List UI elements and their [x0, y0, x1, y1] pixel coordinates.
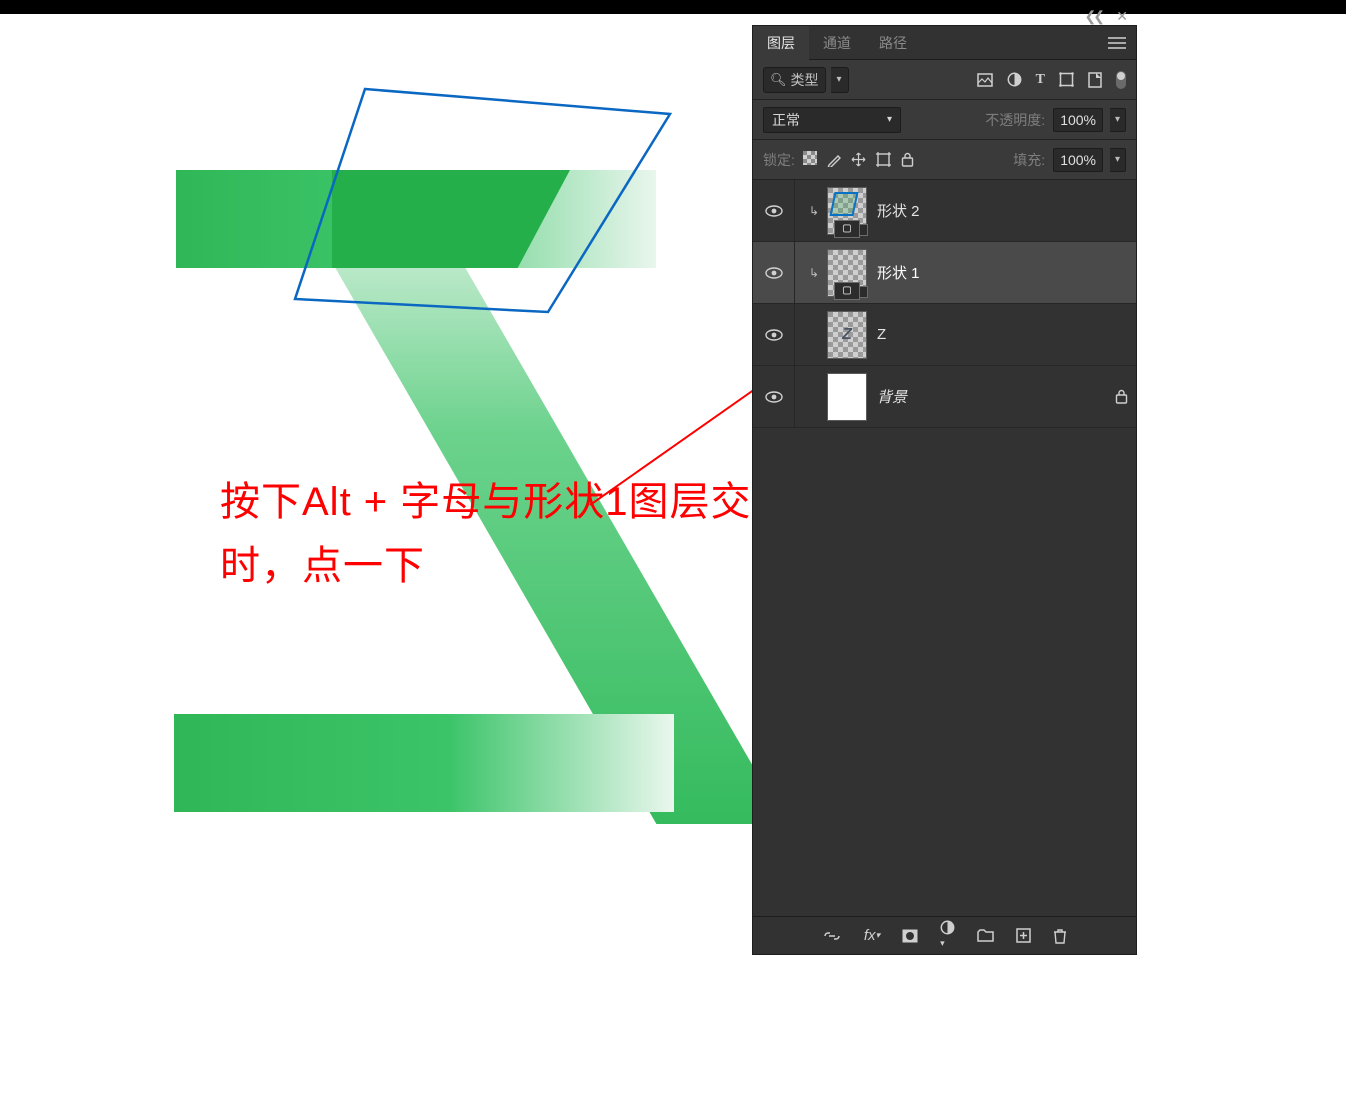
filter-pixel-icon[interactable]	[977, 73, 993, 87]
blend-mode-select[interactable]: 正常 ▾	[763, 107, 901, 133]
opacity-label: 不透明度:	[985, 110, 1045, 130]
visibility-toggle[interactable]	[753, 366, 795, 427]
vector-selection-outline[interactable]	[270, 54, 690, 354]
visibility-toggle[interactable]	[753, 242, 795, 303]
fx-icon[interactable]: fx▾	[864, 927, 880, 944]
lock-transparent-icon[interactable]	[803, 151, 817, 168]
visibility-toggle[interactable]	[753, 180, 795, 241]
layer-thumbnail[interactable]: Z	[827, 311, 867, 359]
panel-footer-buttons: fx▾ ▾	[753, 916, 1136, 954]
blend-mode-value: 正常	[772, 110, 800, 130]
panel-menu-icon[interactable]	[1098, 37, 1136, 49]
panel-collapse-icon[interactable]: ❮❮	[1085, 8, 1102, 25]
visibility-toggle[interactable]	[753, 304, 795, 365]
layer-name[interactable]: Z	[877, 326, 886, 343]
tab-channels[interactable]: 通道	[809, 26, 865, 60]
layer-row-background[interactable]: ↳ 背景	[753, 366, 1136, 428]
filter-shape-icon[interactable]	[1059, 72, 1074, 87]
clip-indicator-icon: ↳	[809, 266, 827, 280]
panel-close-icon[interactable]: ✕	[1116, 8, 1128, 25]
lock-all-icon[interactable]	[901, 152, 914, 167]
app-top-black-strip	[0, 0, 1346, 14]
layers-panel: ❮❮ ✕ 图层 通道 路径 🔍︎ 类型 ▾ T	[752, 25, 1137, 955]
opacity-value-input[interactable]: 100%	[1053, 108, 1103, 132]
mask-icon[interactable]	[902, 929, 918, 943]
opacity-caret[interactable]: ▾	[1110, 108, 1126, 132]
layer-name[interactable]: 形状 1	[877, 262, 920, 283]
lock-label: 锁定:	[763, 150, 795, 170]
z-shape-bottom-bar	[174, 714, 674, 812]
layer-row-shape-1[interactable]: ↳ ▢ 形状 1	[753, 242, 1136, 304]
filter-adjust-icon[interactable]	[1007, 72, 1022, 87]
filter-toggle-switch[interactable]	[1116, 71, 1126, 89]
new-layer-icon[interactable]	[1016, 928, 1031, 943]
lock-row: 锁定: 填充: 100% ▾	[753, 140, 1136, 180]
thumb-letter: Z	[842, 326, 852, 344]
layer-name[interactable]: 背景	[877, 386, 907, 407]
layer-thumbnail[interactable]	[827, 373, 867, 421]
layer-list: ↳ ▢ 形状 2 ↳ ▢ 形状 1 ↳	[753, 180, 1136, 916]
layer-thumbnail[interactable]: ▢	[827, 187, 867, 235]
link-layers-icon[interactable]	[822, 930, 842, 942]
blend-row: 正常 ▾ 不透明度: 100% ▾	[753, 100, 1136, 140]
filter-type-text-icon[interactable]: T	[1036, 72, 1045, 88]
adjustment-layer-icon[interactable]: ▾	[940, 920, 955, 952]
filter-kind-dropdown[interactable]: 🔍︎ 类型	[763, 67, 826, 93]
chevron-down-icon: ▾	[887, 114, 892, 125]
panel-tab-bar: 图层 通道 路径	[753, 26, 1136, 60]
layer-row-shape-2[interactable]: ↳ ▢ 形状 2	[753, 180, 1136, 242]
layer-thumbnail[interactable]: ▢	[827, 249, 867, 297]
fill-value-input[interactable]: 100%	[1053, 148, 1103, 172]
fill-label: 填充:	[1013, 150, 1045, 170]
filter-kind-caret[interactable]: ▾	[831, 67, 849, 93]
tab-layers[interactable]: 图层	[753, 26, 809, 60]
tab-paths[interactable]: 路径	[865, 26, 921, 60]
lock-artboard-icon[interactable]	[876, 152, 891, 167]
layer-filter-row: 🔍︎ 类型 ▾ T	[753, 60, 1136, 100]
clip-indicator-icon: ↳	[809, 204, 827, 218]
fill-caret[interactable]: ▾	[1110, 148, 1126, 172]
lock-pixels-icon[interactable]	[827, 153, 841, 167]
layer-name[interactable]: 形状 2	[877, 200, 920, 221]
search-icon: 🔍︎	[770, 72, 787, 88]
trash-icon[interactable]	[1053, 928, 1067, 944]
layer-row-z[interactable]: ↳ Z Z	[753, 304, 1136, 366]
group-icon[interactable]	[977, 929, 994, 942]
lock-buttons	[803, 151, 914, 168]
filter-type-icons: T	[977, 71, 1126, 89]
layer-lock-icon[interactable]	[1115, 389, 1128, 404]
lock-position-icon[interactable]	[851, 152, 866, 167]
filter-smart-icon[interactable]	[1088, 72, 1102, 88]
filter-kind-label: 类型	[791, 70, 819, 90]
